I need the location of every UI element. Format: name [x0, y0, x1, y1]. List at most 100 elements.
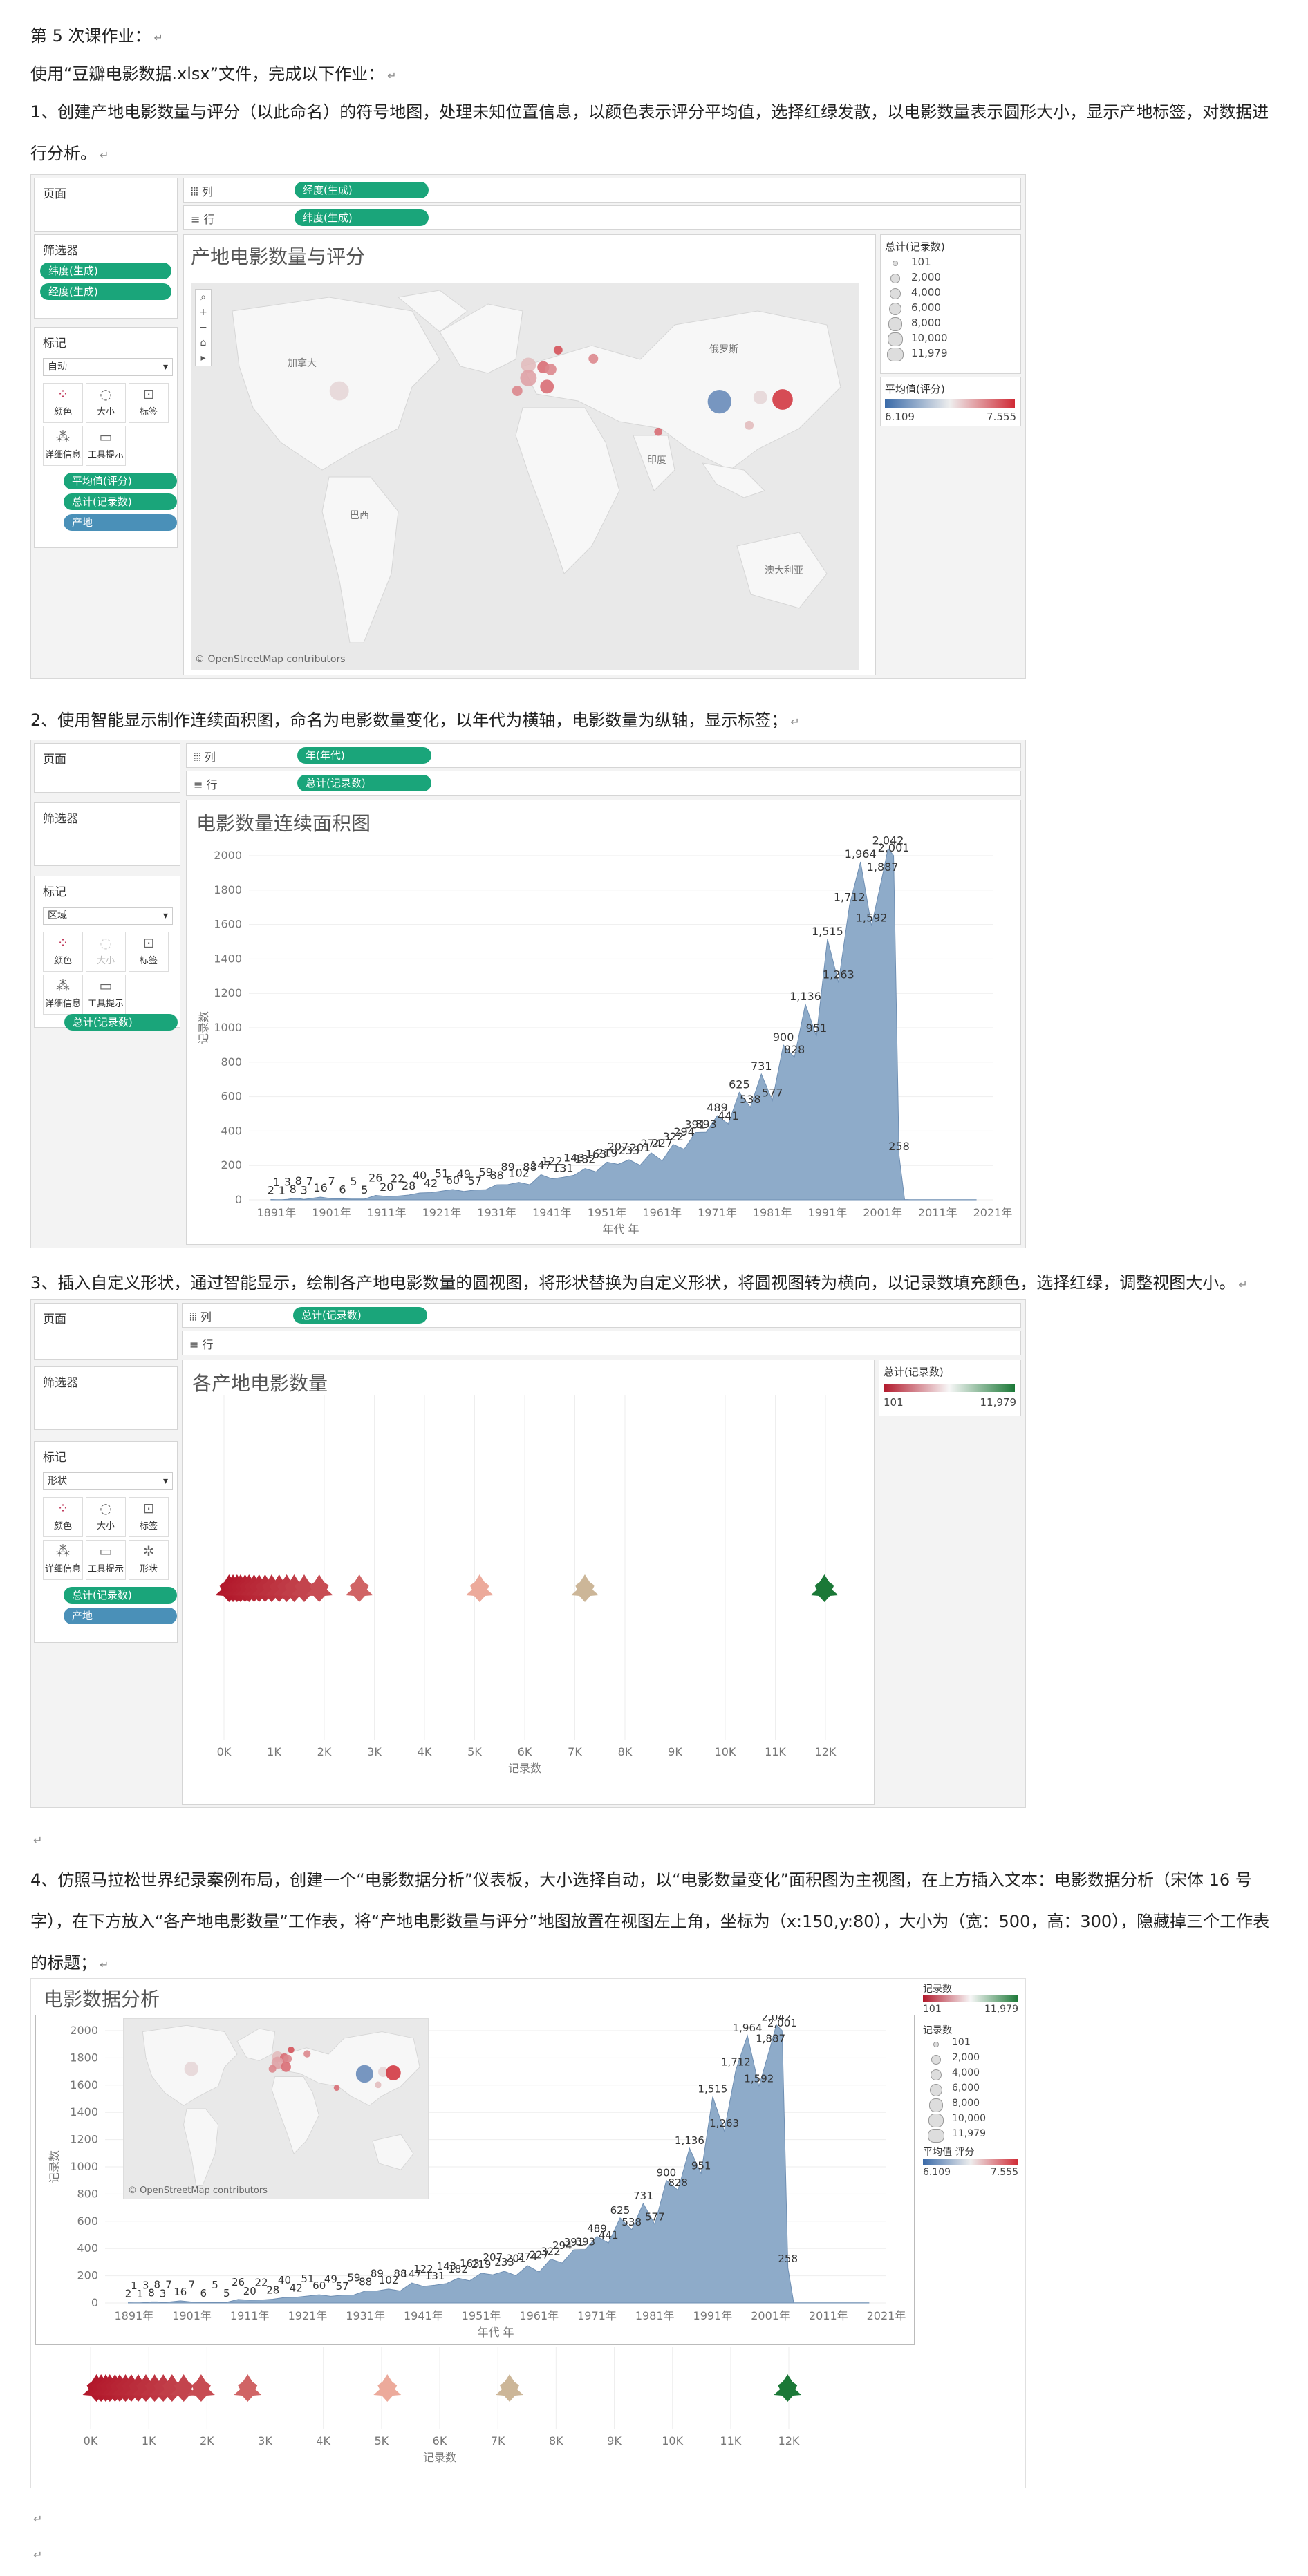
color-max: 7.555: [987, 411, 1016, 423]
size-icon: ◌: [100, 1500, 112, 1516]
rows-shelf-3[interactable]: ≡ 行: [182, 1331, 1021, 1355]
chevron-down-icon: ▾: [162, 361, 168, 373]
shape-button-3[interactable]: ✲ 形状: [129, 1540, 169, 1580]
data-label: 2,001: [767, 2017, 797, 2029]
origin-circle-mark: [355, 2065, 373, 2083]
rows-shelf[interactable]: ≡ 行 纬度(生成): [183, 205, 1021, 230]
y-tick-label: 0: [235, 1193, 242, 1206]
origin-circle-mark: [329, 381, 349, 401]
marks-label-3: 标记: [43, 1451, 66, 1465]
x-tick-label: 12K: [815, 1745, 837, 1758]
columns-shelf[interactable]: ⦙⦙⦙ 列 经度(生成): [183, 178, 1021, 203]
color-button-3[interactable]: ⁘ 颜色: [43, 1497, 83, 1537]
rows-label-3: ≡ 行: [189, 1338, 214, 1351]
detail-icon: ⁂: [56, 1543, 70, 1559]
mark-type-dropdown-3[interactable]: 形状 ▾: [43, 1472, 173, 1490]
data-label: 5: [350, 1175, 357, 1188]
label-button-3[interactable]: ⊡ 标签: [129, 1497, 169, 1537]
zoom-in-icon[interactable]: +: [196, 305, 211, 320]
map-worksheet-screenshot: 页面 筛选器 纬度(生成) 经度(生成) 标记 自动 ▾ ⁘ 颜色 ◌ 大小 ⊡ 标签 …: [30, 174, 1026, 679]
size-button[interactable]: ◌ 大小: [86, 383, 126, 423]
shape-color-legend: 总计(记录数) 101 11,979: [879, 1360, 1021, 1416]
filter-pill-lon[interactable]: 经度(生成): [40, 283, 171, 300]
mark-type-dropdown-2[interactable]: 区域 ▾: [43, 907, 173, 925]
detail-button-3[interactable]: ⁂ 详细信息: [43, 1540, 83, 1580]
detail-button[interactable]: ⁂ 详细信息: [43, 426, 83, 466]
rows-shelf-2[interactable]: ≡ 行 总计(记录数): [186, 771, 1021, 796]
origin-circle-mark: [375, 2081, 382, 2089]
mark-pill-origin[interactable]: 产地: [64, 514, 177, 531]
dash-legend3-max: 7.555: [990, 2167, 1018, 2178]
task-2-text: 2、使用智能显示制作连续面积图，命名为电影数量变化，以年代为横轴，电影数量为纵轴…: [30, 711, 800, 730]
mark-pill-avg-rating[interactable]: 平均值(评分): [64, 473, 177, 489]
data-label: 2,001: [878, 841, 910, 854]
tooltip-button-3[interactable]: ▭ 工具提示: [86, 1540, 126, 1580]
pages-card-2: 页面: [34, 743, 180, 793]
label-button-2[interactable]: ⊡ 标签: [129, 932, 169, 972]
map-toolbar[interactable]: ⌕ + − ⌂ ▸: [195, 289, 212, 366]
x-tick-label: 4K: [418, 1745, 432, 1758]
place-label-india: 印度: [647, 455, 666, 466]
detail-button-2[interactable]: ⁂ 详细信息: [43, 975, 83, 1015]
mark-pill-count-2[interactable]: 总计(记录数): [64, 1014, 178, 1031]
y-axis-title: 记录数: [48, 2150, 61, 2183]
x-tick-label: 5K: [374, 2434, 389, 2447]
map-view: 产地电影数量与评分 加拿大 俄罗斯 印度 巴西 澳大利亚 ⌕ + − ⌂ ▸ ©…: [183, 234, 876, 675]
filter-pill-lat[interactable]: 纬度(生成): [40, 263, 171, 279]
columns-pill[interactable]: 经度(生成): [295, 182, 429, 198]
data-label: 441: [599, 2229, 619, 2241]
size-button-2[interactable]: ◌ 大小: [86, 932, 126, 972]
columns-pill-3[interactable]: 总计(记录数): [293, 1307, 427, 1324]
shape-view: 各产地电影数量 0K 1K 2K 3K 4K 5K 6K 7K 8K 9K 10K 11K 12K 记录数: [182, 1360, 875, 1805]
data-label: 538: [622, 2216, 642, 2228]
search-icon[interactable]: ⌕: [196, 290, 211, 305]
data-label: 6: [200, 2287, 207, 2300]
tooltip-button[interactable]: ▭ 工具提示: [86, 426, 126, 466]
origin-circle-mark: [772, 389, 793, 410]
size-legend-item: 10,000: [927, 2113, 1025, 2127]
zoom-out-icon[interactable]: −: [196, 320, 211, 335]
origin-circle-mark: [745, 420, 754, 430]
x-axis-title: 记录数: [508, 1762, 541, 1775]
dashboard-shape-chart[interactable]: 0K 1K 2K 3K 4K 5K 6K 7K 8K 9K 10K 11K 12K 记录数: [35, 2347, 913, 2485]
map-area[interactable]: 加拿大 俄罗斯 印度 巴西 澳大利亚 ⌕ + − ⌂ ▸ © OpenStreetMap…: [191, 283, 859, 670]
mark-pill-count[interactable]: 总计(记录数): [64, 493, 177, 510]
x-tick-label: 5K: [467, 1745, 482, 1758]
columns-pill-2[interactable]: 年(年代): [297, 747, 431, 764]
dashboard-map[interactable]: © OpenStreetMap contributors: [123, 2018, 429, 2199]
data-label: 258: [888, 1140, 910, 1153]
columns-shelf-3[interactable]: ⦙⦙⦙ 列 总计(记录数): [182, 1303, 1021, 1328]
world-map-svg: 加拿大 俄罗斯 印度 巴西 澳大利亚: [232, 290, 841, 643]
y-tick-label: 1200: [70, 2133, 98, 2146]
mark-pill-count-3[interactable]: 总计(记录数): [64, 1587, 177, 1604]
pages-label-2: 页面: [43, 753, 66, 767]
size-button-3[interactable]: ◌ 大小: [86, 1497, 126, 1537]
area-chart[interactable]: 0 200 400 600 800 1000 1200 1400 1600 1800 2000 189…: [187, 835, 1020, 1243]
size-legend-swatch: [928, 2114, 944, 2127]
tooltip-button-2[interactable]: ▭ 工具提示: [86, 975, 126, 1015]
size-legend-label: 4,000: [911, 286, 941, 299]
x-tick-label: 1891年: [256, 1206, 296, 1219]
arrow-icon[interactable]: ▸: [196, 350, 211, 366]
rows-pill[interactable]: 纬度(生成): [295, 209, 429, 226]
x-tick-label: 3K: [258, 2434, 272, 2447]
filters-card-2: 筛选器: [34, 802, 180, 866]
mark-pill-origin-3[interactable]: 产地: [64, 1608, 177, 1624]
rows-pill-2[interactable]: 总计(记录数): [297, 775, 431, 791]
data-label: 731: [633, 2190, 653, 2202]
mark-type-dropdown[interactable]: 自动 ▾: [43, 358, 173, 376]
data-label: 577: [762, 1086, 783, 1099]
y-tick-label: 1000: [214, 1021, 242, 1034]
x-tick-label: 2021年: [867, 2309, 906, 2322]
size-legend-swatch: [889, 288, 901, 300]
color-button[interactable]: ⁘ 颜色: [43, 383, 83, 423]
homework-title: 第 5 次课作业： ↵: [30, 26, 163, 46]
columns-shelf-2[interactable]: ⦙⦙⦙ 列 年(年代): [186, 743, 1021, 768]
data-label: 1,136: [790, 990, 821, 1003]
label-button[interactable]: ⊡ 标签: [129, 383, 169, 423]
home-icon[interactable]: ⌂: [196, 335, 211, 350]
size-legend-item: 2,000: [927, 2052, 1025, 2066]
y-axis-title: 记录数: [197, 1011, 210, 1044]
shape-chart[interactable]: 0K 1K 2K 3K 4K 5K 6K 7K 8K 9K 10K 11K 12K 记录数: [183, 1388, 874, 1803]
color-button-2[interactable]: ⁘ 颜色: [43, 932, 83, 972]
